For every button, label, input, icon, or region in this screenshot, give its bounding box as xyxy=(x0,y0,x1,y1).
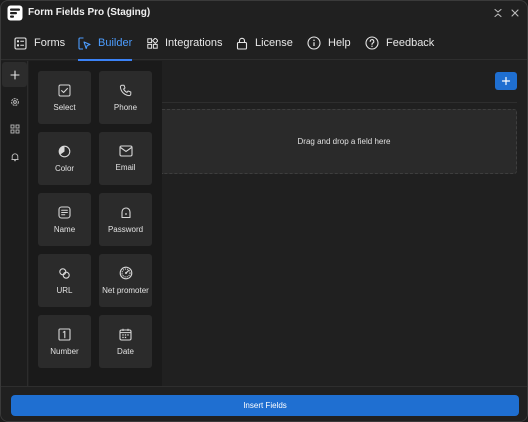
forms-icon xyxy=(14,36,27,50)
rail-notifications-button[interactable] xyxy=(2,144,27,169)
main-nav: Forms Builder Integrations License Help … xyxy=(1,26,527,61)
phone-icon xyxy=(119,84,132,96)
title-bar: Form Fields Pro (Staging) xyxy=(1,1,527,26)
left-rail xyxy=(1,61,28,386)
lock-icon xyxy=(236,37,248,50)
field-label: URL xyxy=(56,285,73,295)
tab-integrations[interactable]: Integrations xyxy=(147,26,222,60)
cursor-icon xyxy=(78,36,91,50)
plus-icon xyxy=(501,76,511,86)
integrations-icon xyxy=(147,37,158,49)
field-card-url[interactable]: URL xyxy=(38,254,91,307)
rail-apps-button[interactable] xyxy=(2,116,27,141)
rail-settings-button[interactable] xyxy=(2,89,27,114)
calendar-icon xyxy=(119,328,132,341)
rail-add-button[interactable] xyxy=(2,62,27,87)
link-icon xyxy=(59,267,70,279)
insert-fields-button[interactable]: Insert Fields xyxy=(11,395,519,416)
question-icon xyxy=(365,36,379,50)
footer: Insert Fields xyxy=(1,386,527,421)
builder-canvas: Drag and drop a field here xyxy=(162,61,527,386)
close-icon xyxy=(511,9,519,17)
gauge-icon xyxy=(119,266,132,280)
collapse-button[interactable] xyxy=(492,7,504,19)
field-card-email[interactable]: Email xyxy=(99,132,152,185)
field-card-color[interactable]: Color xyxy=(38,132,91,185)
tab-forms[interactable]: Forms xyxy=(14,26,65,60)
tab-help[interactable]: Help xyxy=(307,26,351,60)
add-field-button[interactable] xyxy=(495,72,517,90)
tab-label: Integrations xyxy=(165,37,223,49)
field-card-net-promoter[interactable]: Net promoter xyxy=(99,254,152,307)
collapse-icon xyxy=(494,8,502,18)
field-label: Net promoter xyxy=(102,286,149,295)
field-palette: Select Phone Color Email Name Password U… xyxy=(29,61,162,386)
field-label: Name xyxy=(53,224,76,234)
app-logo-icon xyxy=(7,5,23,21)
field-card-phone[interactable]: Phone xyxy=(99,71,152,124)
app-window: Form Fields Pro (Staging) Forms Builder … xyxy=(0,0,528,422)
field-label: Number xyxy=(50,346,79,356)
tab-label: License xyxy=(255,37,293,49)
bell-icon xyxy=(11,152,18,161)
color-icon xyxy=(58,145,71,157)
field-card-select[interactable]: Select xyxy=(38,71,91,124)
tab-label: Forms xyxy=(34,37,66,49)
close-button[interactable] xyxy=(509,7,521,19)
info-icon xyxy=(307,36,321,50)
field-card-number[interactable]: Number xyxy=(38,315,91,368)
field-dropzone[interactable]: Drag and drop a field here xyxy=(162,109,517,174)
number-icon xyxy=(58,327,71,341)
canvas-divider xyxy=(162,102,517,103)
grid-icon xyxy=(10,124,19,133)
tab-label: Feedback xyxy=(386,37,435,49)
field-label: Date xyxy=(117,346,134,356)
field-label: Password xyxy=(107,224,144,234)
field-label: Select xyxy=(53,102,76,112)
mail-icon xyxy=(118,145,133,157)
tab-license[interactable]: License xyxy=(236,26,293,60)
tab-builder[interactable]: Builder xyxy=(78,26,133,61)
dropzone-text: Drag and drop a field here xyxy=(297,137,391,146)
plus-icon xyxy=(9,69,20,80)
field-label: Phone xyxy=(113,102,138,112)
tab-feedback[interactable]: Feedback xyxy=(365,26,434,60)
field-card-date[interactable]: Date xyxy=(99,315,152,368)
field-label: Email xyxy=(115,163,136,172)
field-card-name[interactable]: Name xyxy=(38,193,91,246)
field-label: Color xyxy=(54,163,75,173)
field-card-password[interactable]: Password xyxy=(99,193,152,246)
window-title: Form Fields Pro (Staging) xyxy=(28,7,151,18)
tab-label: Help xyxy=(328,37,351,49)
gear-icon xyxy=(10,97,19,106)
checkbox-icon xyxy=(58,84,71,96)
password-icon xyxy=(120,206,131,218)
name-icon xyxy=(58,205,71,219)
tab-label: Builder xyxy=(98,37,133,49)
